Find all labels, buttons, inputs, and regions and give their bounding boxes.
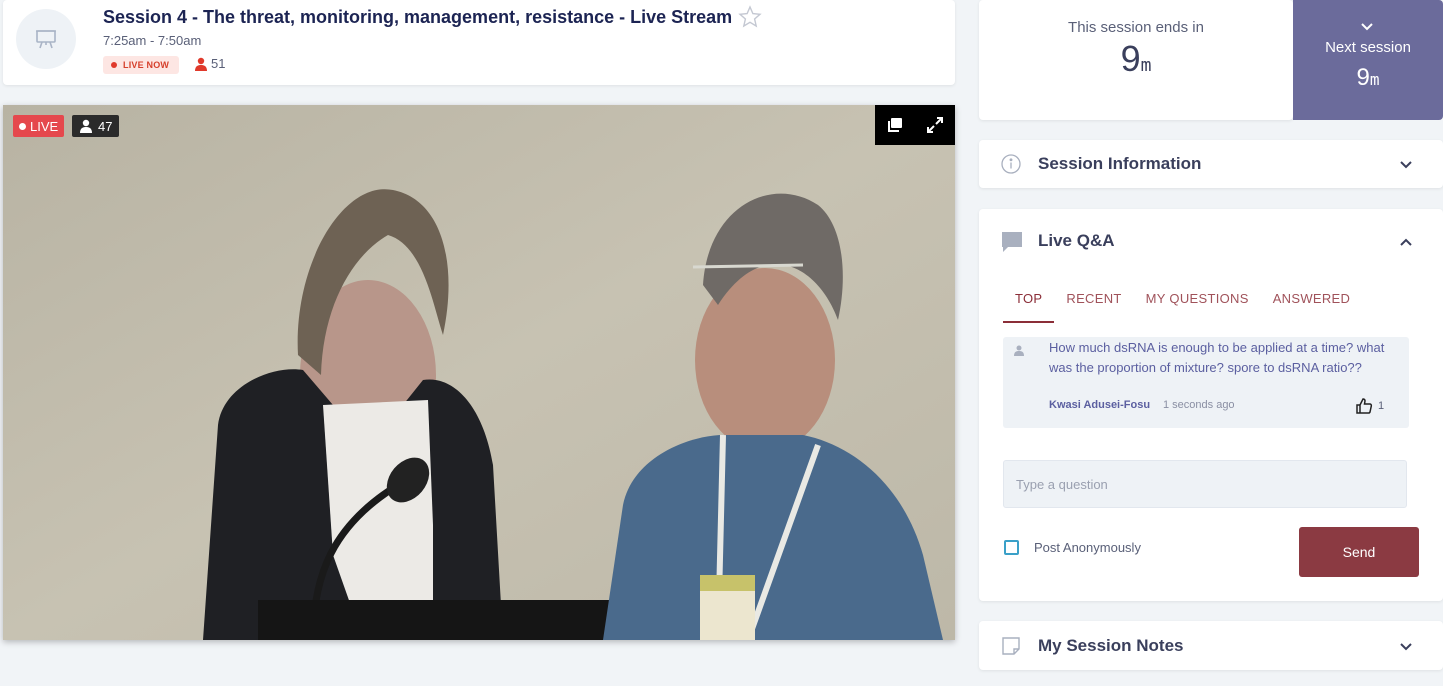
- session-information-panel[interactable]: Session Information: [979, 140, 1443, 188]
- tab-top[interactable]: TOP: [1003, 291, 1055, 323]
- live-now-badge: LIVE NOW: [103, 56, 180, 74]
- session-notes-panel[interactable]: My Session Notes: [979, 621, 1443, 670]
- next-session-unit: m: [1369, 70, 1380, 89]
- countdown-unit: m: [1140, 55, 1152, 76]
- tab-my-questions[interactable]: MY QUESTIONS: [1134, 291, 1261, 321]
- video-player[interactable]: LIVE 47: [3, 105, 955, 640]
- upvote-count: 1: [1378, 400, 1385, 412]
- session-title: Session 4 - The threat, monitoring, mana…: [103, 7, 733, 27]
- next-session-value: 9m: [1293, 64, 1443, 92]
- countdown-number: 9: [1120, 38, 1141, 79]
- video-frame: [3, 105, 955, 640]
- video-viewer-count: 47: [72, 115, 120, 137]
- video-viewer-count-value: 47: [98, 118, 113, 134]
- next-session-panel[interactable]: Next session 9m: [1293, 0, 1443, 120]
- send-button[interactable]: Send: [1299, 527, 1419, 577]
- question-timestamp: 1 seconds ago: [1163, 399, 1235, 411]
- chevron-down-icon: [1400, 643, 1412, 651]
- info-icon: [1001, 154, 1021, 174]
- post-anonymously-label[interactable]: Post Anonymously: [1034, 540, 1141, 555]
- qa-tabs: TOP RECENT MY QUESTIONS ANSWERED: [1003, 291, 1362, 323]
- video-live-label: LIVE: [30, 118, 59, 134]
- tab-answered[interactable]: ANSWERED: [1261, 291, 1363, 321]
- picture-in-picture-icon[interactable]: [875, 105, 915, 145]
- video-controls: [875, 105, 955, 145]
- thumbs-up-icon: [1356, 398, 1373, 414]
- live-dot-icon: [19, 122, 26, 130]
- user-avatar-icon: [1014, 345, 1024, 356]
- favorite-star-icon[interactable]: [738, 5, 762, 29]
- countdown-value: 9m: [979, 38, 1293, 80]
- session-header: Session 4 - The threat, monitoring, mana…: [3, 0, 955, 85]
- question-card: How much dsRNA is enough to be applied a…: [1003, 337, 1409, 428]
- question-author: Kwasi Adusei-Fosu: [1049, 399, 1151, 411]
- attendee-count-value: 51: [211, 56, 226, 71]
- next-session-number: 9: [1356, 64, 1370, 91]
- person-icon: [195, 57, 207, 71]
- presentation-icon: [16, 9, 76, 69]
- person-icon: [80, 119, 92, 133]
- question-text: How much dsRNA is enough to be applied a…: [1049, 340, 1385, 375]
- live-qa-title[interactable]: Live Q&A: [1038, 231, 1115, 251]
- video-live-badge: LIVE: [13, 115, 65, 137]
- upvote-button[interactable]: 1: [1355, 397, 1384, 415]
- chat-bubble-icon: [1002, 232, 1022, 252]
- live-now-label: LIVE NOW: [123, 60, 170, 70]
- chevron-down-icon: [1400, 161, 1412, 169]
- chevron-up-icon[interactable]: [1399, 235, 1413, 249]
- live-qa-panel: Live Q&A TOP RECENT MY QUESTIONS ANSWERE…: [979, 209, 1443, 601]
- session-information-title: Session Information: [1038, 154, 1202, 173]
- fullscreen-icon[interactable]: [915, 105, 955, 145]
- chevron-down-icon: [1361, 23, 1373, 31]
- next-session-label: Next session: [1325, 39, 1411, 56]
- session-time: 7:25am - 7:50am: [103, 33, 202, 48]
- note-icon: [1002, 637, 1020, 655]
- attendee-count: 51: [194, 56, 225, 71]
- live-dot-icon: [111, 62, 117, 68]
- question-input[interactable]: [1003, 460, 1407, 508]
- tab-recent[interactable]: RECENT: [1054, 291, 1133, 321]
- session-notes-title: My Session Notes: [1038, 636, 1184, 655]
- session-countdown: This session ends in 9m: [979, 0, 1293, 120]
- post-anonymously-checkbox[interactable]: [1004, 540, 1019, 555]
- countdown-label: This session ends in: [1068, 19, 1204, 36]
